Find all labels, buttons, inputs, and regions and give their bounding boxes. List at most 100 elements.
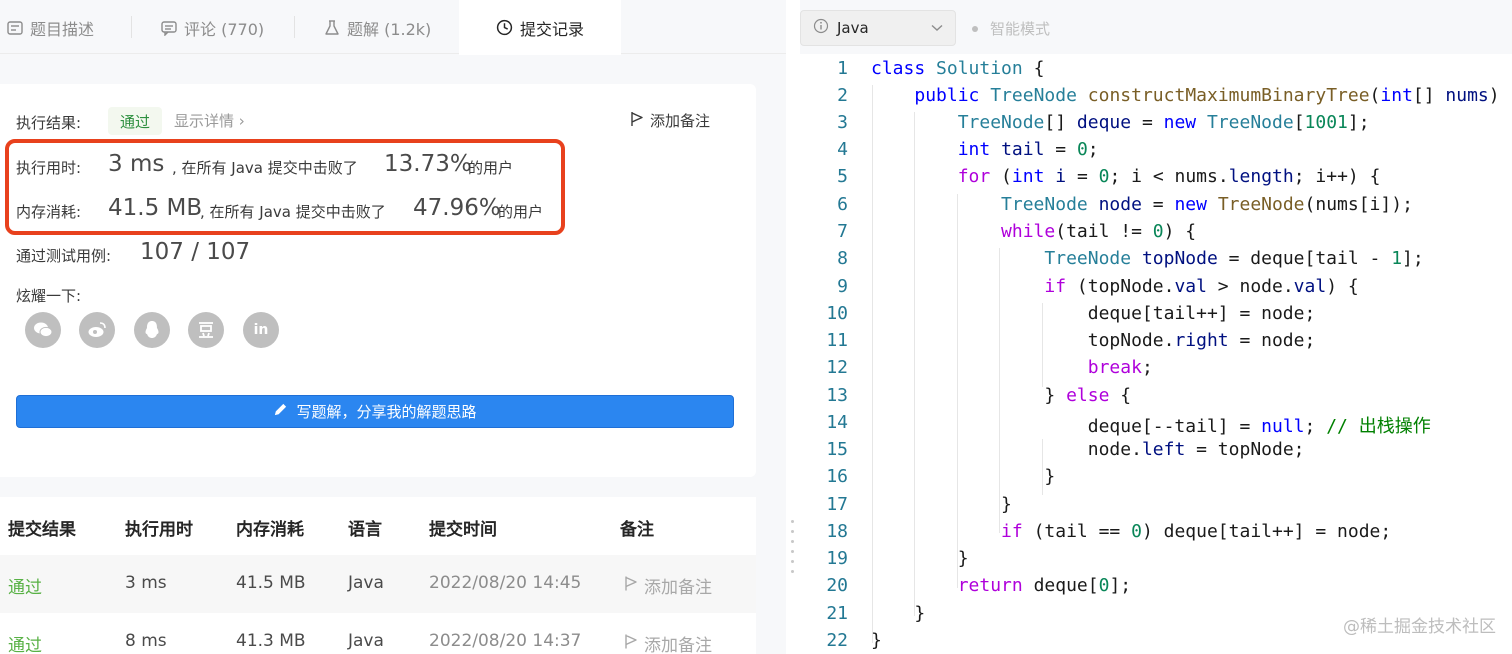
line-number: 16 (826, 466, 848, 487)
tab-label: 题目描述 (30, 19, 95, 39)
code-line: int tail = 0; (957, 139, 1099, 160)
splitter-grip-dot (791, 570, 794, 573)
language-value: Java (837, 19, 869, 37)
code-line: return deque[0]; (957, 575, 1132, 596)
flag-icon (624, 575, 638, 597)
write-solution-button[interactable]: 写题解，分享我的解题思路 (16, 395, 734, 428)
flag-icon (630, 111, 644, 131)
runtime-text: , 在所有 Java 提交中击败了 (172, 159, 358, 177)
tab-bar: 题目描述 评论 (770) 题解 (1.2k) 提交记录 (0, 0, 786, 55)
memory-suffix: 的用户 (498, 203, 544, 221)
row-add-note-button[interactable]: 添加备注 (624, 573, 712, 598)
code-line: public TreeNode constructMaximumBinaryTr… (914, 85, 1512, 106)
row-result[interactable]: 通过 (8, 573, 42, 598)
splitter-grip-dot (791, 530, 794, 533)
panel-splitter[interactable] (786, 0, 800, 654)
code-line: break; (1087, 357, 1153, 378)
line-number: 10 (826, 303, 848, 324)
row-language: Java (348, 631, 384, 651)
tab-label: 题解 (1.2k) (347, 19, 432, 39)
write-solution-label: 写题解，分享我的解题思路 (296, 403, 477, 421)
memory-percent: 47.96% (413, 195, 501, 221)
line-number: 14 (826, 412, 848, 433)
row-time: 2022/08/20 14:45 (429, 573, 582, 593)
add-note-button[interactable]: 添加备注 (630, 110, 710, 131)
comment-icon (160, 19, 178, 37)
line-number: 8 (837, 248, 848, 269)
runtime-percent: 13.73% (384, 151, 472, 177)
line-number: 3 (837, 112, 848, 133)
status-dot-icon (972, 25, 978, 32)
language-select[interactable]: Java (800, 10, 956, 46)
line-number: 1 (837, 58, 848, 79)
line-number: 9 (837, 276, 848, 297)
code-line: deque[tail++] = node; (871, 303, 1316, 324)
tab-solutions[interactable]: 题解 (1.2k) (323, 0, 443, 55)
row-runtime: 3 ms (125, 573, 167, 593)
status-badge: 通过 (108, 107, 163, 135)
clock-icon (496, 19, 514, 37)
line-number: 13 (826, 385, 848, 406)
tests-value: 107 / 107 (140, 239, 251, 265)
splitter-grip-dot (791, 550, 794, 553)
code-line: node.left = topNode; (871, 439, 1305, 460)
code-editor[interactable]: 1 2 3 4 5 6 7 8 9 10 11 12 13 14 15 16 1… (800, 54, 1512, 654)
code-line: topNode.right = node; (871, 330, 1316, 351)
col-header-result: 提交结果 (8, 520, 76, 540)
tab-label: 提交记录 (519, 19, 584, 39)
runtime-value: 3 ms (108, 151, 165, 177)
tab-description[interactable]: 题目描述 (6, 0, 130, 55)
line-number: 12 (826, 357, 848, 378)
weibo-icon[interactable] (79, 312, 115, 348)
code-line: } (871, 548, 969, 569)
line-number: 22 (826, 630, 848, 651)
row-result[interactable]: 通过 (8, 631, 42, 654)
wechat-icon[interactable] (25, 312, 61, 348)
tab-comments[interactable]: 评论 (770) (160, 0, 280, 55)
line-number: 18 (826, 521, 848, 542)
memory-text: , 在所有 Java 提交中击败了 (200, 203, 386, 221)
memory-value: 41.5 MB (108, 195, 203, 221)
col-header-language: 语言 (348, 520, 382, 540)
smart-mode-label: 智能模式 (990, 20, 1051, 38)
line-number: 6 (837, 194, 848, 215)
code-line: while(tail != 0) { (1001, 221, 1197, 242)
col-header-time: 提交时间 (429, 520, 497, 540)
code-line: } (871, 466, 1056, 487)
code-line: TreeNode[] deque = new TreeNode[1001]; (957, 112, 1370, 133)
chevron-down-icon (931, 21, 943, 35)
linkedin-icon[interactable]: in (243, 312, 279, 348)
splitter-grip-dot (791, 560, 794, 563)
row-add-note-button[interactable]: 添加备注 (624, 631, 712, 654)
flag-icon (624, 633, 638, 654)
line-number: 19 (826, 548, 848, 569)
splitter-grip-dot (791, 540, 794, 543)
code-line: } (871, 603, 926, 624)
line-number: 21 (826, 603, 848, 624)
line-number: 17 (826, 494, 848, 515)
flask-icon (323, 19, 341, 37)
row-language: Java (348, 573, 384, 593)
code-line: TreeNode topNode = deque[tail - 1]; (1044, 248, 1424, 269)
row-memory: 41.5 MB (236, 573, 306, 593)
add-note-label: 添加备注 (650, 112, 711, 130)
code-line: if (topNode.val > node.val) { (1044, 276, 1359, 297)
description-icon (6, 19, 24, 37)
line-number: 15 (826, 439, 848, 460)
line-number: 20 (826, 575, 848, 596)
watermark: @稀土掘金技术社区 (1343, 617, 1496, 637)
qq-icon[interactable] (134, 312, 170, 348)
col-header-note: 备注 (620, 520, 654, 540)
tests-label: 通过测试用例: (16, 247, 112, 265)
show-details-link[interactable]: 显示详情 › (174, 110, 245, 131)
tab-label: 评论 (770) (184, 19, 265, 39)
tab-submissions[interactable]: 提交记录 (459, 0, 621, 55)
line-number: 5 (837, 166, 848, 187)
smart-mode-toggle[interactable]: 智能模式 (972, 18, 1050, 39)
code-line: TreeNode node = new TreeNode(nums[i]); (1001, 194, 1413, 215)
runtime-label: 执行用时: (16, 159, 82, 177)
code-line: } (871, 630, 882, 651)
douban-icon[interactable] (188, 312, 224, 348)
code-line: } (871, 494, 1012, 515)
row-memory: 41.3 MB (236, 631, 306, 651)
